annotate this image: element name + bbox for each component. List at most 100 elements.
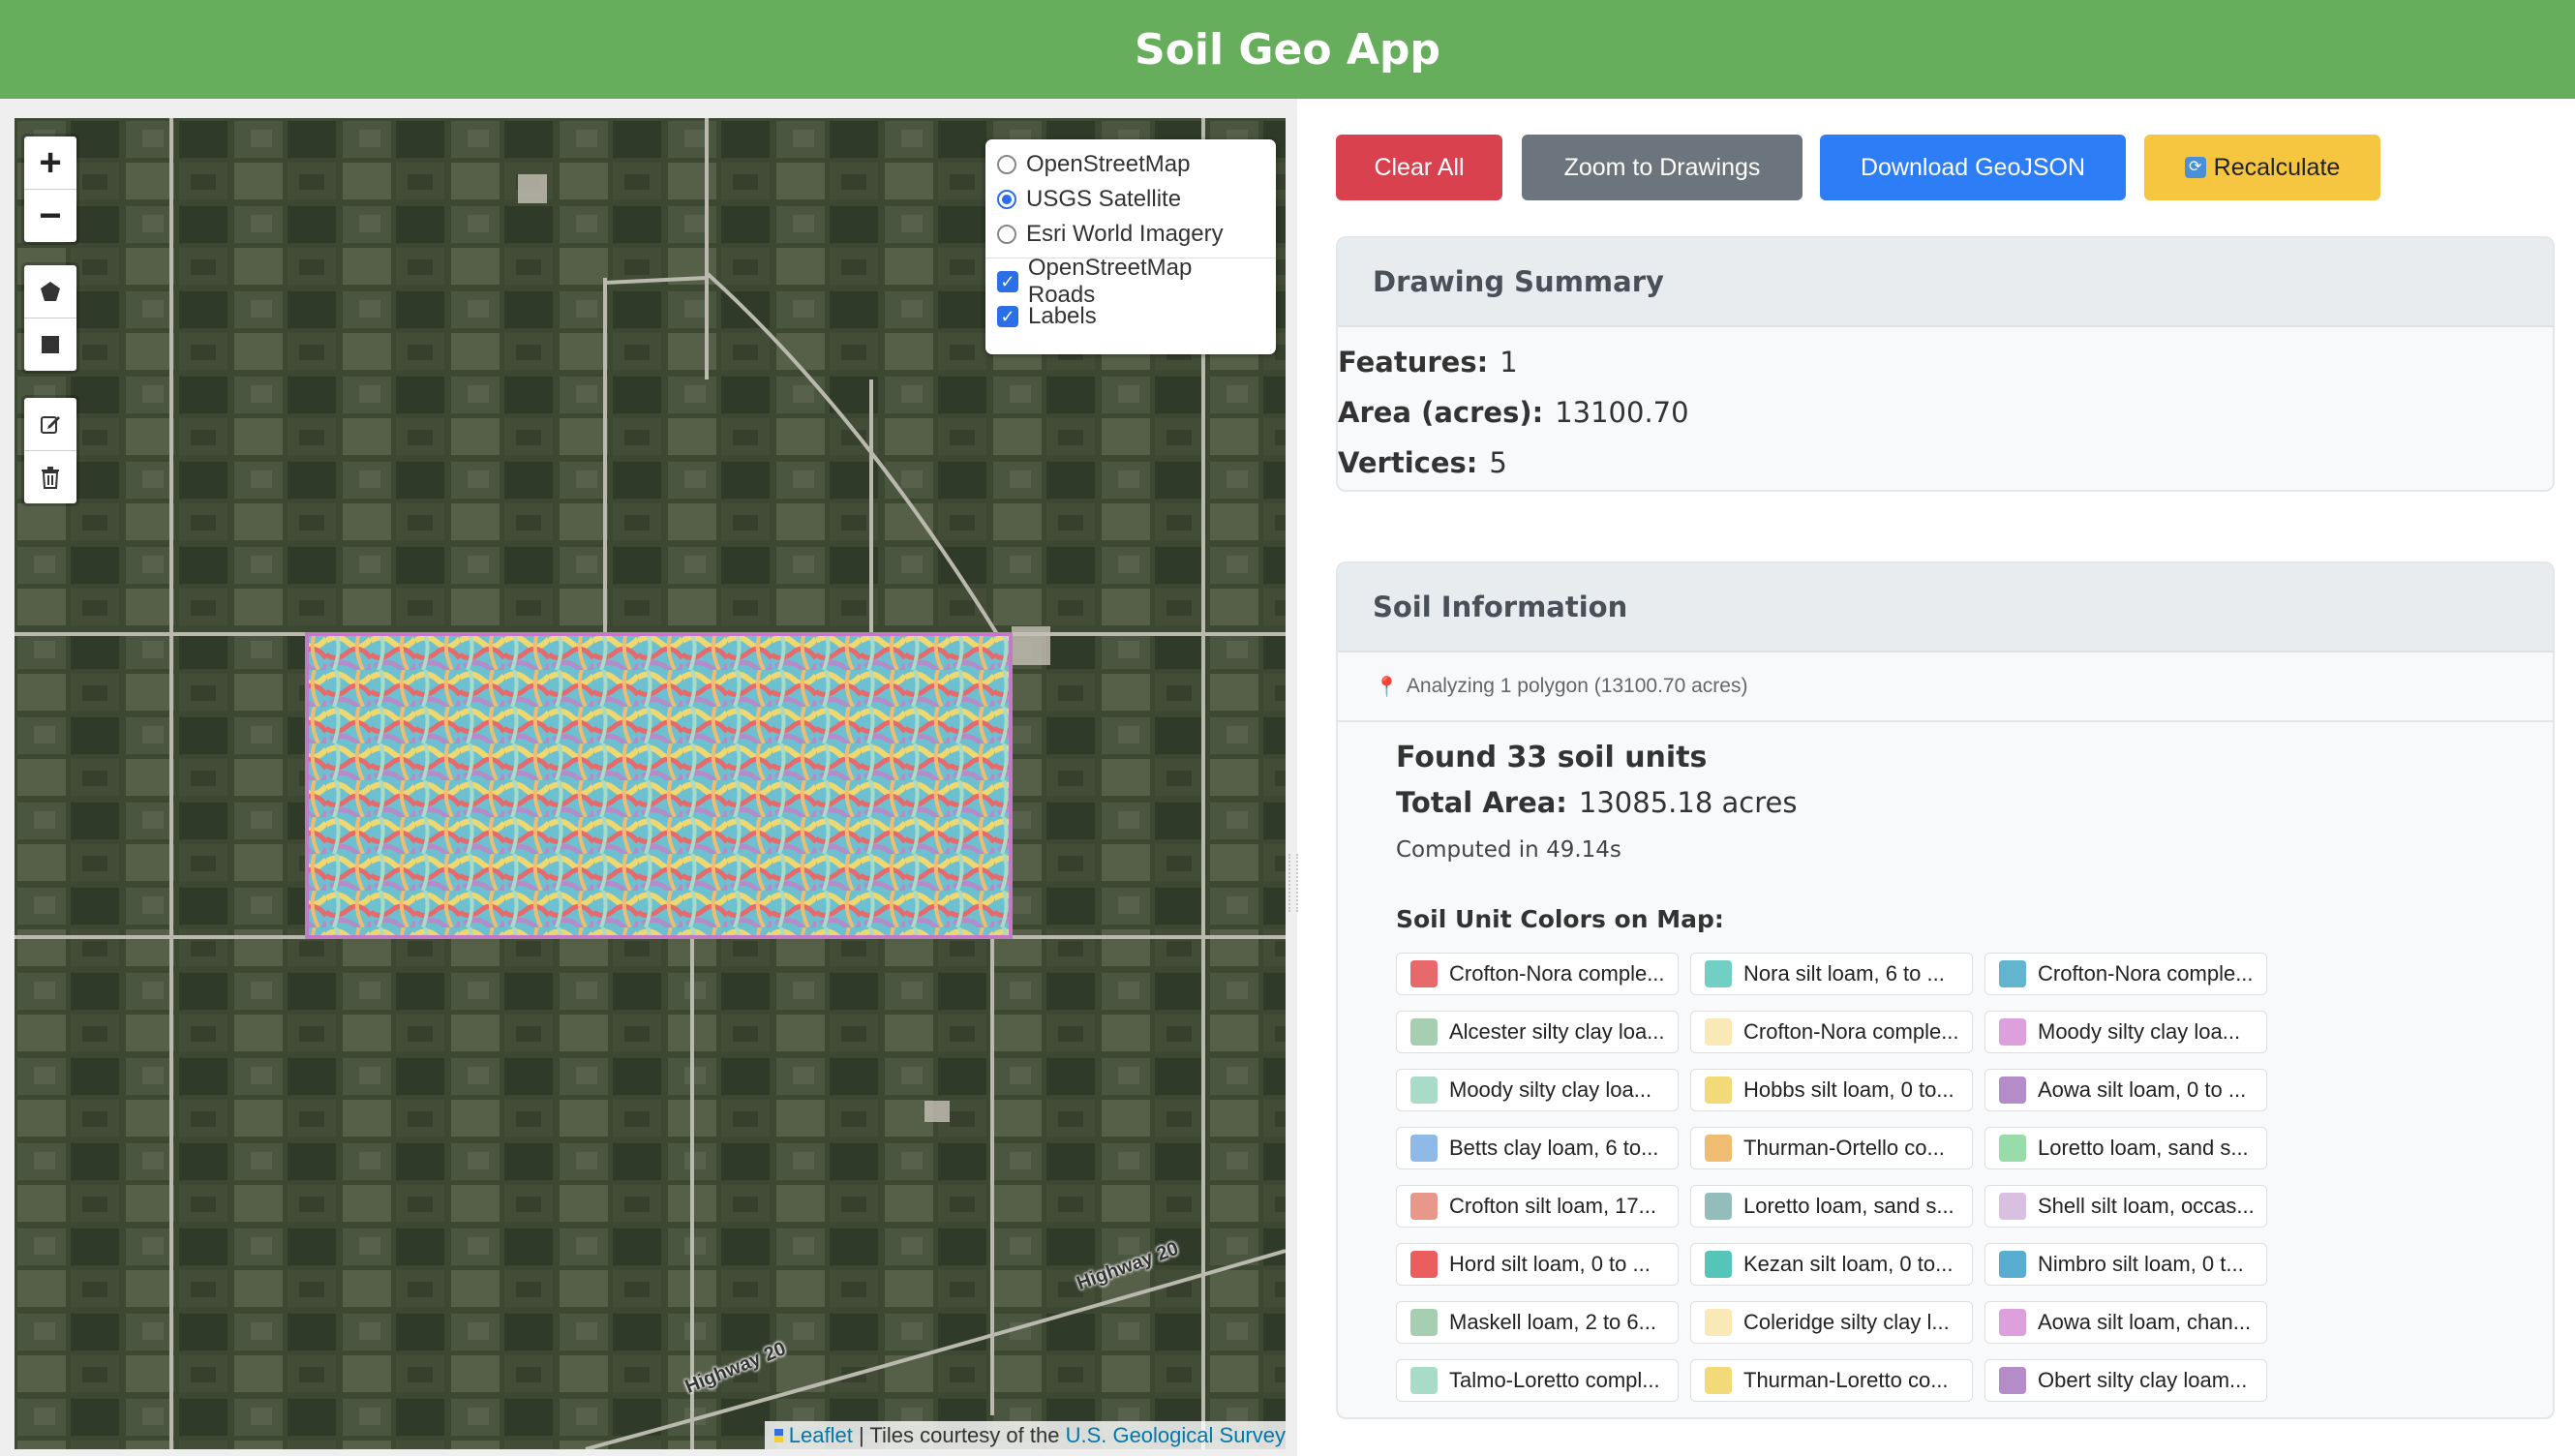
soil-unit-item[interactable]: Hobbs silt loam, 0 to... — [1690, 1069, 1973, 1111]
checkbox-checked-icon[interactable]: ✓ — [997, 271, 1018, 292]
soil-unit-name: Kezan silt loam, 0 to... — [1743, 1252, 1954, 1276]
color-swatch — [1999, 1193, 2026, 1220]
checkbox-checked-icon[interactable]: ✓ — [997, 306, 1018, 327]
soil-polygon — [305, 632, 1013, 939]
soil-unit-name: Crofton-Nora comple... — [2038, 961, 2254, 986]
soil-unit-name: Crofton-Nora comple... — [1449, 961, 1665, 986]
color-swatch — [1999, 1018, 2026, 1046]
color-swatch — [1999, 1367, 2026, 1394]
soil-unit-item[interactable]: Betts clay loam, 6 to... — [1396, 1127, 1679, 1169]
layer-control[interactable]: OpenStreetMap USGS Satellite Esri World … — [985, 139, 1276, 354]
splitter-grip-icon[interactable] — [1288, 854, 1298, 912]
zoom-in-button[interactable]: + — [24, 136, 76, 190]
radio-selected-icon[interactable] — [997, 190, 1016, 209]
app-title: Soil Geo App — [1135, 24, 1440, 75]
total-area-label: Total Area: — [1396, 786, 1567, 819]
delete-layers-button[interactable] — [24, 451, 76, 503]
soil-unit-item[interactable]: Alcester silty clay loa... — [1690, 1417, 1973, 1419]
soil-unit-item[interactable]: Aowa silt loam, 0 to ... — [1984, 1069, 2267, 1111]
soil-unit-name: Shell silt loam, occas... — [2038, 1194, 2255, 1218]
soil-unit-name: Loretto loam, sand s... — [1743, 1194, 1954, 1218]
soil-unit-name: Moody silty clay loa... — [2038, 1019, 2241, 1044]
soil-unit-item[interactable]: Thurman-Ortello co... — [1690, 1127, 1973, 1169]
vertices-value: 5 — [1489, 446, 1507, 479]
layer-label: OpenStreetMap — [1026, 151, 1191, 177]
color-swatch — [1705, 1018, 1732, 1046]
soil-unit-item[interactable]: Coleridge silty clay l... — [1690, 1301, 1973, 1344]
soil-unit-item[interactable]: Crofton silt loam, 17... — [1396, 1185, 1679, 1228]
color-swatch — [1999, 1251, 2026, 1278]
soil-unit-item[interactable]: Crofton-Nora comple... — [1690, 1011, 1973, 1053]
computed-time: Computed in 49.14s — [1396, 837, 1621, 863]
soil-unit-item[interactable]: Alcester silty clay loa... — [1396, 1011, 1679, 1053]
overlay-option-osm-roads[interactable]: ✓ OpenStreetMap Roads — [997, 255, 1264, 308]
map-attribution: Leaflet | Tiles courtesy of the U.S. Geo… — [765, 1421, 1286, 1449]
analysis-status-text: Analyzing 1 polygon (13100.70 acres) — [1406, 675, 1748, 697]
features-label: Features: — [1338, 346, 1489, 379]
soil-unit-item[interactable]: Crofton-Nora comple... — [1984, 953, 2267, 995]
soil-unit-item[interactable]: Hord silt loam, 0 to ... — [1396, 1243, 1679, 1286]
edit-layers-button[interactable] — [24, 398, 76, 451]
soil-unit-item[interactable]: Betts clay loam, 15 t... — [1984, 1417, 2267, 1419]
radio-icon[interactable] — [997, 225, 1016, 244]
clear-all-button[interactable]: Clear All — [1336, 135, 1502, 200]
color-swatch — [1410, 1309, 1438, 1336]
soil-colors-title: Soil Unit Colors on Map: — [1396, 905, 1724, 933]
soil-unit-item[interactable]: Aowa silt loam, chan... — [1984, 1301, 2267, 1344]
layer-option-esri-world-imagery[interactable]: Esri World Imagery — [997, 217, 1264, 252]
color-swatch — [1705, 960, 1732, 987]
soil-unit-item[interactable]: Obert silty clay loam... — [1984, 1359, 2267, 1402]
soil-unit-name: Hord silt loam, 0 to ... — [1449, 1252, 1651, 1276]
soil-information-title: Soil Information — [1338, 563, 2553, 652]
draw-polygon-button[interactable] — [24, 265, 76, 318]
overlay-label: OpenStreetMap Roads — [1027, 255, 1193, 308]
color-swatch — [1410, 1251, 1438, 1278]
color-swatch — [1999, 1135, 2026, 1162]
edit-toolbar — [21, 395, 79, 506]
color-swatch — [1705, 1193, 1732, 1220]
leaflet-link[interactable]: Leaflet — [789, 1423, 853, 1448]
layer-option-openstreetmap[interactable]: OpenStreetMap — [997, 147, 1264, 182]
analysis-status: 📍 Analyzing 1 polygon (13100.70 acres) — [1338, 652, 2553, 722]
drawing-summary-card: Drawing Summary Features: 1 Area (acres)… — [1336, 236, 2555, 492]
soil-unit-item[interactable]: Thurman-Loretto co... — [1690, 1359, 1973, 1402]
download-geojson-button[interactable]: Download GeoJSON — [1820, 135, 2126, 200]
area-value: 13100.70 — [1555, 396, 1689, 429]
soil-unit-item[interactable]: Maskell loam, 2 to 6... — [1396, 1301, 1679, 1344]
color-swatch — [1410, 1367, 1438, 1394]
color-swatch — [1705, 1077, 1732, 1104]
soil-unit-item[interactable]: Simeon-Talmo-Ortell... — [1396, 1417, 1679, 1419]
panel-splitter[interactable] — [1286, 99, 1298, 1456]
color-swatch — [1410, 1077, 1438, 1104]
soil-unit-item[interactable]: Loretto loam, sand s... — [1984, 1127, 2267, 1169]
soil-unit-item[interactable]: Loretto loam, sand s... — [1690, 1185, 1973, 1228]
radio-icon[interactable] — [997, 155, 1016, 174]
soil-unit-item[interactable]: Kezan silt loam, 0 to... — [1690, 1243, 1973, 1286]
edit-icon — [41, 416, 60, 434]
soil-unit-name: Crofton-Nora comple... — [1743, 1019, 1959, 1044]
soil-unit-item[interactable]: Nora silt loam, 6 to ... — [1690, 953, 1973, 995]
soil-unit-name: Betts clay loam, 6 to... — [1449, 1136, 1659, 1160]
soil-unit-item[interactable]: Moody silty clay loa... — [1984, 1011, 2267, 1053]
draw-rectangle-button[interactable] — [24, 318, 76, 371]
usgs-link[interactable]: U.S. Geological Survey — [1066, 1423, 1286, 1448]
color-swatch — [1410, 960, 1438, 987]
soil-unit-item[interactable]: Shell silt loam, occas... — [1984, 1185, 2267, 1228]
found-units: Found 33 soil units — [1396, 740, 1708, 774]
recalculate-button[interactable]: ⟳ Recalculate — [2144, 135, 2380, 200]
soil-unit-item[interactable]: Crofton-Nora comple... — [1396, 953, 1679, 995]
recalculate-label: Recalculate — [2213, 153, 2341, 181]
zoom-to-drawings-button[interactable]: Zoom to Drawings — [1522, 135, 1802, 200]
soil-unit-item[interactable]: Nimbro silt loam, 0 t... — [1984, 1243, 2267, 1286]
soil-unit-name: Hobbs silt loam, 0 to... — [1743, 1077, 1954, 1102]
zoom-out-button[interactable]: − — [24, 190, 76, 242]
map-view[interactable]: Highway 20 Highway 20 OpenStreetMap USGS… — [15, 118, 1286, 1449]
soil-unit-name: Obert silty clay loam... — [2038, 1368, 2248, 1392]
layer-option-usgs-satellite[interactable]: USGS Satellite — [997, 182, 1264, 217]
color-swatch — [1705, 1309, 1732, 1336]
soil-unit-name: Maskell loam, 2 to 6... — [1449, 1310, 1656, 1334]
overlay-label: Labels — [1028, 303, 1097, 329]
soil-unit-item[interactable]: Moody silty clay loa... — [1396, 1069, 1679, 1111]
rectangle-icon — [42, 336, 59, 353]
soil-unit-item[interactable]: Talmo-Loretto compl... — [1396, 1359, 1679, 1402]
